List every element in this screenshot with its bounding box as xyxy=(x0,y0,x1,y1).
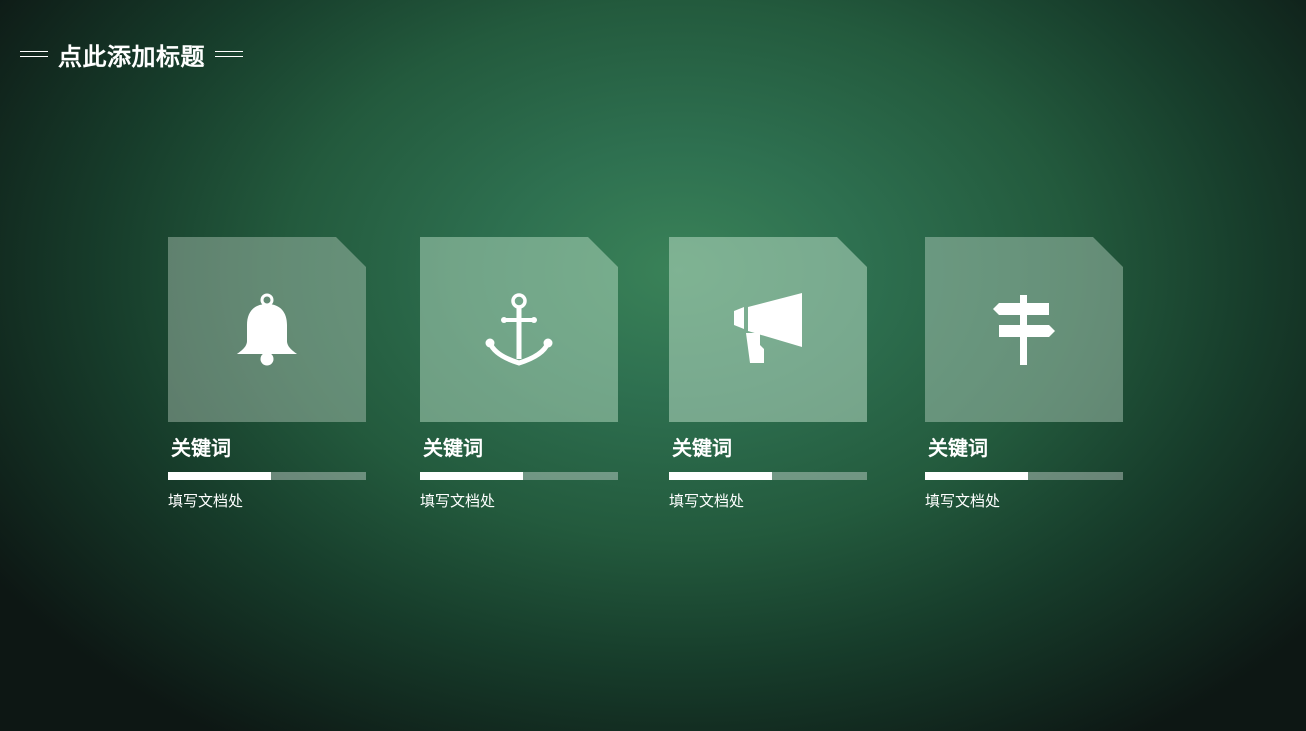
card-description[interactable]: 填写文档处 xyxy=(669,490,874,512)
card-panel xyxy=(669,237,867,422)
progress-fill xyxy=(669,472,772,480)
progress-bar xyxy=(925,472,1123,480)
title-left-decoration xyxy=(20,51,48,57)
bell-icon xyxy=(235,293,299,367)
megaphone-icon xyxy=(730,292,806,367)
card-keyword[interactable]: 关键词 xyxy=(672,434,874,462)
card-description[interactable]: 填写文档处 xyxy=(168,490,373,512)
card-panel xyxy=(925,237,1123,422)
card-megaphone[interactable]: 关键词 填写文档处 xyxy=(669,237,874,512)
progress-bar xyxy=(168,472,366,480)
progress-fill xyxy=(168,472,271,480)
anchor-icon xyxy=(484,292,554,367)
progress-fill xyxy=(925,472,1028,480)
card-bell[interactable]: 关键词 填写文档处 xyxy=(168,237,373,512)
card-panel xyxy=(420,237,618,422)
card-anchor[interactable]: 关键词 填写文档处 xyxy=(420,237,625,512)
card-panel xyxy=(168,237,366,422)
progress-fill xyxy=(420,472,523,480)
title-right-decoration xyxy=(215,51,243,57)
card-keyword[interactable]: 关键词 xyxy=(171,434,373,462)
page-title[interactable]: 点此添加标题 xyxy=(58,37,205,72)
card-keyword[interactable]: 关键词 xyxy=(423,434,625,462)
progress-bar xyxy=(669,472,867,480)
progress-bar xyxy=(420,472,618,480)
card-signpost[interactable]: 关键词 填写文档处 xyxy=(925,237,1130,512)
slide-title: 点此添加标题 xyxy=(20,36,243,72)
signpost-icon xyxy=(991,293,1057,367)
card-keyword[interactable]: 关键词 xyxy=(928,434,1130,462)
card-description[interactable]: 填写文档处 xyxy=(925,490,1130,512)
card-description[interactable]: 填写文档处 xyxy=(420,490,625,512)
